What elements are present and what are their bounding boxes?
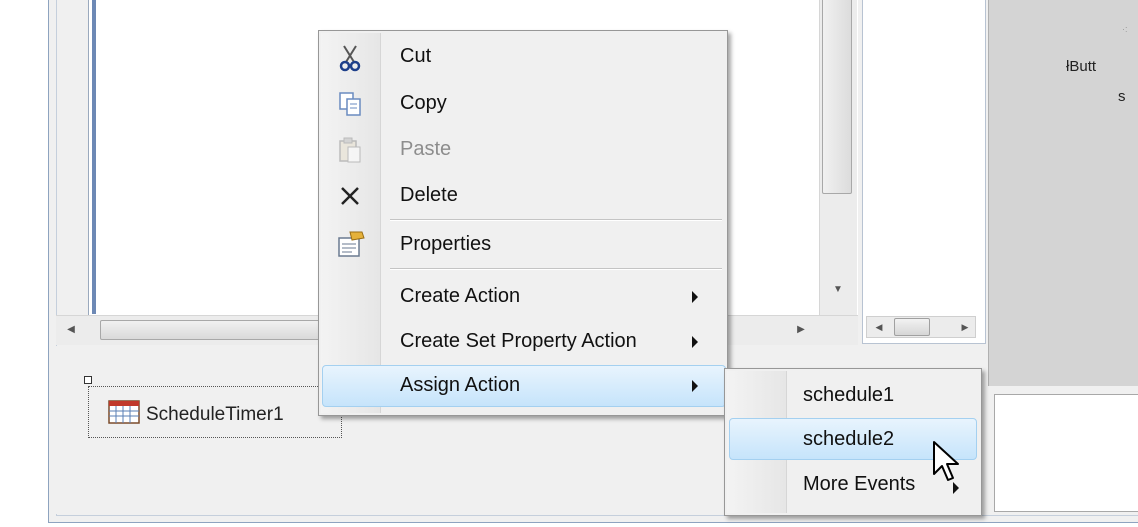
menu-item-delete[interactable]: Delete bbox=[400, 184, 458, 207]
preview-button-text: łButt bbox=[1066, 58, 1096, 75]
submenu-item-schedule1[interactable]: schedule1 bbox=[803, 384, 894, 407]
menu-item-create-set-property-action[interactable]: Create Set Property Action bbox=[400, 330, 637, 353]
side-scroll-thumb[interactable] bbox=[894, 318, 930, 336]
menu-item-create-action[interactable]: Create Action bbox=[400, 285, 520, 308]
scroll-down-arrow-icon[interactable]: ▼ bbox=[826, 280, 850, 300]
submenu-arrow-icon bbox=[692, 291, 698, 303]
scroll-left-arrow-icon[interactable]: ◀ bbox=[60, 320, 82, 340]
submenu-arrow-icon bbox=[692, 336, 698, 348]
submenu-item-more-events[interactable]: More Events bbox=[803, 473, 915, 496]
mouse-pointer-icon bbox=[933, 441, 959, 481]
canvas-edge-marker bbox=[92, 0, 96, 314]
selection-handle[interactable] bbox=[84, 376, 92, 384]
submenu-arrow-icon bbox=[692, 380, 698, 392]
vertical-scroll-thumb[interactable] bbox=[822, 0, 852, 194]
copy-icon bbox=[339, 92, 361, 116]
side-scroll-left-arrow-icon[interactable]: ◀ bbox=[870, 318, 888, 336]
preview-sub-text: s bbox=[1118, 88, 1126, 105]
menu-item-cut[interactable]: Cut bbox=[400, 45, 431, 68]
side-scroll-right-arrow-icon[interactable]: ▶ bbox=[956, 318, 974, 336]
preview-dots-icon: ·: bbox=[1122, 24, 1128, 34]
paste-icon bbox=[339, 137, 361, 163]
menu-item-properties[interactable]: Properties bbox=[400, 233, 491, 256]
menu-item-copy[interactable]: Copy bbox=[400, 92, 447, 115]
calendar-grid-icon bbox=[108, 400, 140, 424]
scissors-icon bbox=[339, 45, 361, 72]
menu-item-highlight bbox=[322, 365, 726, 407]
properties-icon bbox=[338, 231, 365, 257]
scroll-right-arrow-icon[interactable]: ▶ bbox=[790, 320, 812, 340]
preview-button-label: Butt bbox=[1069, 58, 1097, 75]
menu-separator bbox=[390, 268, 722, 270]
tray-component-label: ScheduleTimer1 bbox=[146, 404, 284, 425]
preview-white-box bbox=[994, 394, 1138, 512]
menu-item-assign-action[interactable]: Assign Action bbox=[400, 374, 520, 397]
menu-separator bbox=[390, 219, 722, 221]
delete-x-icon bbox=[341, 187, 359, 205]
submenu-item-schedule2[interactable]: schedule2 bbox=[803, 428, 894, 451]
preview-pane bbox=[988, 0, 1138, 386]
side-pane bbox=[862, 0, 986, 344]
menu-item-paste: Paste bbox=[400, 138, 452, 160]
